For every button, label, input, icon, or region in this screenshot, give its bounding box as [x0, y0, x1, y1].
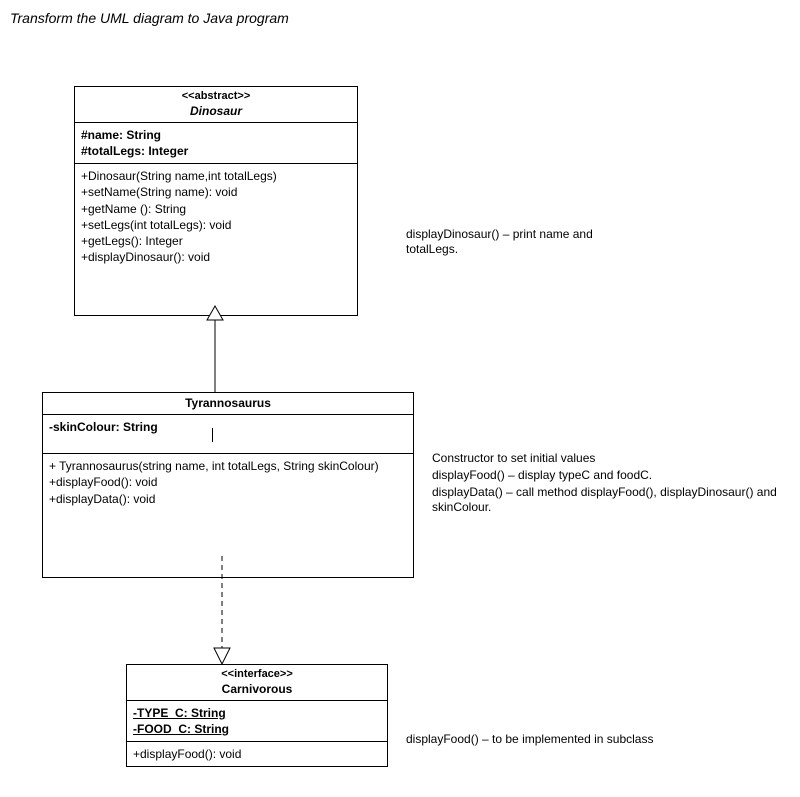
- attr-row: #totalLegs: Integer: [81, 143, 351, 159]
- op-row: +setName(String name): void: [81, 184, 351, 200]
- stereotype-label: <<interface>>: [133, 668, 381, 682]
- class-name: Dinosaur: [81, 104, 351, 119]
- attr-row: -TYPE_C: String: [133, 705, 381, 721]
- class-dinosaur-attrs: #name: String #totalLegs: Integer: [75, 123, 357, 164]
- class-tyranno-header: Tyrannosaurus: [43, 393, 413, 415]
- op-row: +displayDinosaur(): void: [81, 249, 351, 265]
- op-row: +displayFood(): void: [133, 746, 381, 762]
- attr-row: -skinColour: String: [49, 419, 407, 435]
- class-dinosaur: <<abstract>> Dinosaur #name: String #tot…: [74, 86, 358, 316]
- op-row: +getLegs(): Integer: [81, 233, 351, 249]
- interface-attrs: -TYPE_C: String -FOOD_C: String: [127, 701, 387, 742]
- class-name: Tyrannosaurus: [49, 396, 407, 411]
- op-row: +setLegs(int totalLegs): void: [81, 217, 351, 233]
- note-dinosaur: displayDinosaur() – print name and total…: [406, 227, 616, 257]
- interface-header: <<interface>> Carnivorous: [127, 665, 387, 701]
- class-dinosaur-header: <<abstract>> Dinosaur: [75, 87, 357, 123]
- class-tyrannosaurus: Tyrannosaurus -skinColour: String + Tyra…: [42, 392, 414, 578]
- op-row: + Tyrannosaurus(string name, int totalLe…: [49, 458, 407, 474]
- stereotype-label: <<abstract>>: [81, 90, 351, 104]
- class-dinosaur-ops: +Dinosaur(String name,int totalLegs) +se…: [75, 164, 357, 315]
- page-title: Transform the UML diagram to Java progra…: [10, 10, 790, 26]
- text-cursor-icon: [212, 428, 214, 442]
- note-tyranno-displaydata: displayData() – call method displayFood(…: [432, 485, 800, 515]
- note-tyranno-displayfood: displayFood() – display typeC and foodC.: [432, 468, 652, 483]
- generalization-arrow: [205, 306, 225, 392]
- note-carnivorous: displayFood() – to be implemented in sub…: [406, 732, 653, 747]
- attr-row: #name: String: [81, 127, 351, 143]
- class-tyranno-ops: + Tyrannosaurus(string name, int totalLe…: [43, 454, 413, 577]
- op-row: +displayData(): void: [49, 491, 407, 507]
- class-name: Carnivorous: [133, 682, 381, 697]
- op-row: +getName (): String: [81, 201, 351, 217]
- interface-carnivorous: <<interface>> Carnivorous -TYPE_C: Strin…: [126, 664, 388, 767]
- interface-ops: +displayFood(): void: [127, 742, 387, 766]
- note-tyranno-constructor: Constructor to set initial values: [432, 451, 595, 466]
- op-row: +displayFood(): void: [49, 474, 407, 490]
- diagram-canvas: <<abstract>> Dinosaur #name: String #tot…: [10, 66, 790, 786]
- attr-row: -FOOD_C: String: [133, 721, 381, 737]
- op-row: +Dinosaur(String name,int totalLegs): [81, 168, 351, 184]
- class-tyranno-attrs: -skinColour: String: [43, 415, 413, 454]
